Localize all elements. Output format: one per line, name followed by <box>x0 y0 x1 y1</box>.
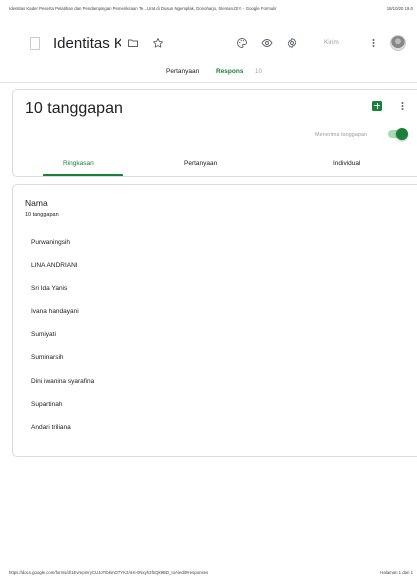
send-button[interactable]: Kirim <box>324 39 339 46</box>
avatar[interactable] <box>390 35 406 51</box>
response-subtabs: Ringkasan Pertanyaan Individual <box>13 160 417 178</box>
more-vert-icon[interactable] <box>398 100 406 112</box>
active-tab-indicator <box>43 174 123 176</box>
question-title: Nama <box>25 198 48 208</box>
responses-title: 10 tanggapan <box>25 100 123 117</box>
folder-icon[interactable] <box>126 36 140 50</box>
gear-icon[interactable] <box>285 36 299 50</box>
form-title[interactable]: Identitas Kader Peserta Pelatihan <box>53 35 121 52</box>
tab-individual[interactable]: Individual <box>333 160 360 167</box>
responses-count-badge: 10 <box>255 68 262 75</box>
accepting-responses-label: Menerima tanggapan <box>315 132 367 138</box>
tab-responses[interactable]: Respons <box>216 68 243 75</box>
list-item: Suminarsih <box>31 354 64 362</box>
print-footer-url: https://docs.google.com/forms/d/1Evrepmr… <box>9 570 209 575</box>
accepting-responses-toggle[interactable] <box>388 128 408 140</box>
toggle-knob <box>396 128 408 140</box>
list-item: Purwaningsih <box>31 239 71 246</box>
responses-summary-card: 10 tanggapan Menerima tanggapan Ringkasa… <box>12 89 417 177</box>
form-icon[interactable] <box>30 37 40 50</box>
top-bar: Identitas Kader Peserta Pelatihan Kirim <box>0 28 417 62</box>
star-icon[interactable] <box>151 36 165 50</box>
main-tabs: Pertanyaan Respons 10 <box>0 68 417 82</box>
sheets-icon[interactable] <box>372 101 382 111</box>
list-item: Andari triliana <box>31 423 71 431</box>
print-header-title: Identitas Kader Peserta Pelatihan dan Pe… <box>9 6 277 11</box>
list-item: Sri Ida Yanis <box>31 285 68 293</box>
list-item: Sumiyati <box>31 331 56 339</box>
tab-questions[interactable]: Pertanyaan <box>166 68 199 75</box>
eye-icon[interactable] <box>260 36 274 50</box>
print-footer-page: Halaman 1 dari 1 <box>380 570 413 575</box>
list-item: Ivana handayani <box>31 308 79 316</box>
header-divider <box>0 82 417 83</box>
list-item: Dini iwanina syarafina <box>31 377 95 385</box>
question-summary-card: Nama 10 tanggapan Purwaningsih LINA ANDR… <box>12 184 417 457</box>
tab-summary[interactable]: Ringkasan <box>63 160 94 167</box>
question-response-count: 10 tanggapan <box>25 212 59 218</box>
more-vert-icon[interactable] <box>368 36 378 50</box>
print-header: Identitas Kader Peserta Pelatihan dan Pe… <box>9 6 413 11</box>
print-footer: https://docs.google.com/forms/d/1Evrepmr… <box>9 570 413 575</box>
answer-list: Purwaningsih LINA ANDRIANI Sri Ida Yanis… <box>25 232 385 440</box>
palette-icon[interactable] <box>235 36 249 50</box>
list-item: Supartinah <box>31 400 63 408</box>
tab-question[interactable]: Pertanyaan <box>184 160 217 167</box>
print-header-date: 18/10/20 19.0 <box>386 6 413 11</box>
list-item: LINA ANDRIANI <box>31 262 78 270</box>
